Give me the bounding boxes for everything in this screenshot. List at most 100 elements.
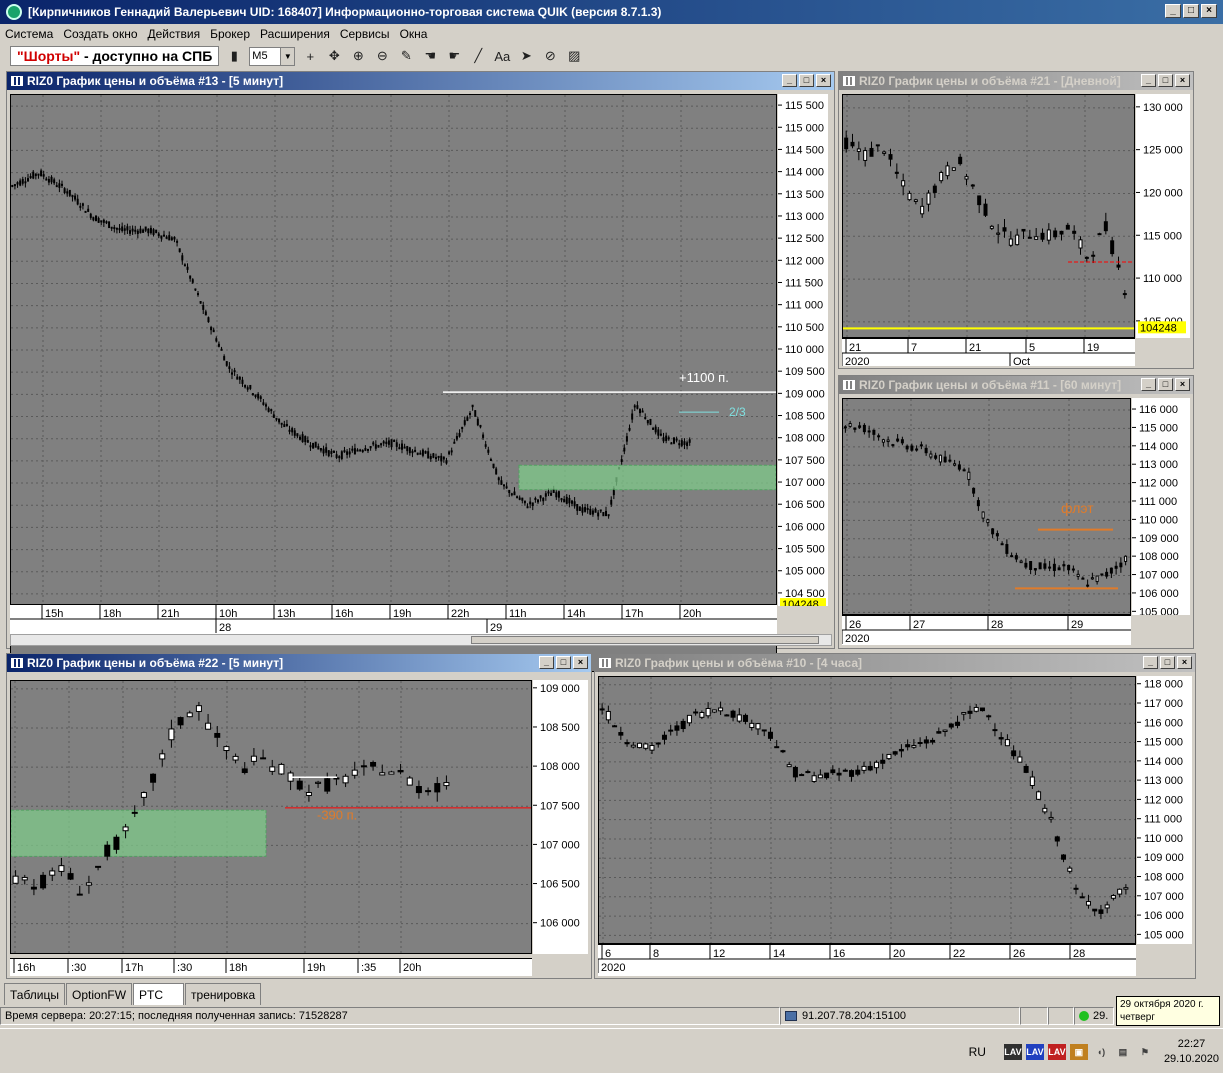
chart-10-minimize-button[interactable]: _ (1143, 656, 1158, 669)
text-tool-icon[interactable]: Aa (493, 47, 511, 65)
chart-11-titlebar[interactable]: RIZ0 График цены и объёма #11 - [60 мину… (839, 376, 1193, 394)
chart-10-y-tick-label: 115 000 (1144, 737, 1183, 749)
zoom-in-icon[interactable]: ⊕ (349, 47, 367, 65)
menu-item-4[interactable]: Расширения (255, 27, 335, 41)
chart-window-10: RIZ0 График цены и объёма #10 - [4 часа]… (594, 653, 1196, 979)
chart-13-plot[interactable]: +1100 п. 2/3 (10, 94, 777, 672)
chart-11-close-button[interactable]: × (1175, 378, 1190, 391)
volume-icon[interactable]: ◖) (1092, 1044, 1110, 1060)
chart-11-candle (886, 439, 890, 443)
chart-21-titlebar[interactable]: RIZ0 График цены и объёма #21 - [Дневной… (839, 72, 1193, 90)
chart-13-candle (58, 183, 61, 188)
chart-21-candle (939, 171, 944, 182)
chart-10-titlebar[interactable]: RIZ0 График цены и объёма #10 - [4 часа]… (595, 654, 1195, 672)
chart-13-minimize-button[interactable]: _ (782, 74, 797, 87)
minimize-button[interactable]: _ (1165, 4, 1181, 18)
timeframe-select[interactable]: M5 ▼ (249, 46, 296, 66)
tab-optionfw[interactable]: OptionFW (66, 983, 133, 1005)
chart-21-minimize-button[interactable]: _ (1141, 74, 1156, 87)
menu-item-3[interactable]: Брокер (205, 27, 255, 41)
zoom-out-icon[interactable]: ⊖ (373, 47, 391, 65)
flag-icon[interactable]: ⚑ (1136, 1044, 1154, 1060)
chart-21-candle (850, 141, 855, 147)
hide-drawings-icon[interactable]: ⊘ (541, 47, 559, 65)
chart-11-plot[interactable]: флэт (842, 398, 1131, 615)
lav-red-icon[interactable]: LAV (1047, 1044, 1066, 1060)
crosshair-icon[interactable]: + (301, 47, 319, 65)
chart-22-close-button[interactable]: × (573, 656, 588, 669)
lav-blue-icon[interactable]: LAV (1025, 1044, 1044, 1060)
shorts-text: - доступно на СПБ (80, 48, 213, 64)
chart-10-candle (986, 715, 992, 718)
chart-21-candle (996, 232, 1001, 235)
chart-21-x-tick-label: 21 (849, 342, 861, 354)
chart-10-candle (674, 725, 680, 731)
chart-13-candle (680, 440, 683, 446)
chart-13-candle (296, 433, 299, 437)
chart-10-candle (948, 723, 954, 728)
chart-13-scrollbar[interactable] (10, 634, 832, 646)
chevron-down-icon[interactable]: ▼ (280, 47, 295, 65)
chart-13-candle (628, 427, 631, 431)
scroll-thumb[interactable] (471, 636, 819, 644)
tab-ptc[interactable]: PTC (133, 983, 185, 1005)
menu-item-0[interactable]: Система (0, 27, 58, 41)
menu-item-5[interactable]: Сервисы (335, 27, 395, 41)
maximize-button[interactable]: □ (1183, 4, 1199, 18)
menu-item-2[interactable]: Действия (143, 27, 206, 41)
close-button[interactable]: × (1201, 4, 1217, 18)
chart-13-candle (505, 486, 508, 489)
chart-10-close-button[interactable]: × (1177, 656, 1192, 669)
chart-10-candle (649, 745, 655, 751)
chart-13-titlebar[interactable]: RIZ0 График цены и объёма #13 - [5 минут… (7, 72, 834, 90)
chart-10-plot[interactable] (598, 676, 1136, 944)
line-tool-icon[interactable]: ╱ (469, 47, 487, 65)
chart-10-candle (1098, 909, 1104, 914)
hand-active-icon[interactable]: ☛ (445, 47, 463, 65)
clock[interactable]: 22:27 29.10.2020 (1164, 1037, 1219, 1067)
chart-10-candle (1073, 887, 1079, 890)
chart-22-minimize-button[interactable]: _ (539, 656, 554, 669)
tab-tables[interactable]: Таблицы (4, 983, 66, 1005)
language-indicator[interactable]: RU (969, 1045, 986, 1059)
chart-11-candle (1024, 562, 1028, 568)
chart-13-close-button[interactable]: × (816, 74, 831, 87)
chart-22-support-zone (11, 809, 267, 857)
tab-training[interactable]: тренировка (185, 983, 262, 1005)
ruler-icon[interactable]: ✎ (397, 47, 415, 65)
chart-21-plot[interactable] (842, 94, 1135, 338)
menu-item-6[interactable]: Окна (395, 27, 433, 41)
chart-22-maximize-button[interactable]: □ (556, 656, 571, 669)
chart-21-candle (1008, 238, 1013, 246)
chart-window-13: RIZ0 График цены и объёма #13 - [5 минут… (6, 71, 835, 672)
chart-21-close-button[interactable]: × (1175, 74, 1190, 87)
chart-13-candle (476, 418, 479, 426)
hand-icon[interactable]: ☚ (421, 47, 439, 65)
chart-13-maximize-button[interactable]: □ (799, 74, 814, 87)
chart-21-maximize-button[interactable]: □ (1158, 74, 1173, 87)
network-tray-icon[interactable]: ▤ (1114, 1044, 1132, 1060)
chart-10-y-tick-label: 117 000 (1144, 698, 1183, 710)
cube-icon[interactable]: ▣ (1069, 1044, 1088, 1060)
lav-black-icon[interactable]: LAV (1003, 1044, 1022, 1060)
chart-11-minimize-button[interactable]: _ (1141, 378, 1156, 391)
move-icon[interactable]: ✥ (325, 47, 343, 65)
menu-item-1[interactable]: Создать окно (58, 27, 142, 41)
chart-22-plot[interactable]: -390 п. (10, 680, 532, 954)
chart-22-x-tick-label: 20h (403, 962, 421, 974)
chart-13-candle (393, 440, 396, 443)
chart-13-candle (576, 503, 579, 511)
chart-13-y-tick-label: 106 500 (785, 499, 825, 511)
chart-11-y-axis: 116 000 115 000 114 000 113 000 112 000 111 0… (1132, 398, 1190, 615)
chart-10-candle (880, 759, 886, 764)
chart-22-titlebar[interactable]: RIZ0 График цены и объёма #22 - [5 минут… (7, 654, 591, 672)
chart-10-x-tick-label: 28 (1073, 948, 1085, 960)
shorts-indicator[interactable]: "Шорты" - доступно на СПБ (10, 46, 220, 66)
chart-11-maximize-button[interactable]: □ (1158, 378, 1173, 391)
arrow-tool-icon[interactable]: ➤ (517, 47, 535, 65)
chart-type-icon[interactable]: ▮ (225, 47, 243, 65)
delete-drawings-icon[interactable]: ▨ (565, 47, 583, 65)
chart-10-maximize-button[interactable]: □ (1160, 656, 1175, 669)
chart-11-candle (858, 425, 862, 428)
chart-13-target-label: +1100 п. (679, 370, 729, 385)
